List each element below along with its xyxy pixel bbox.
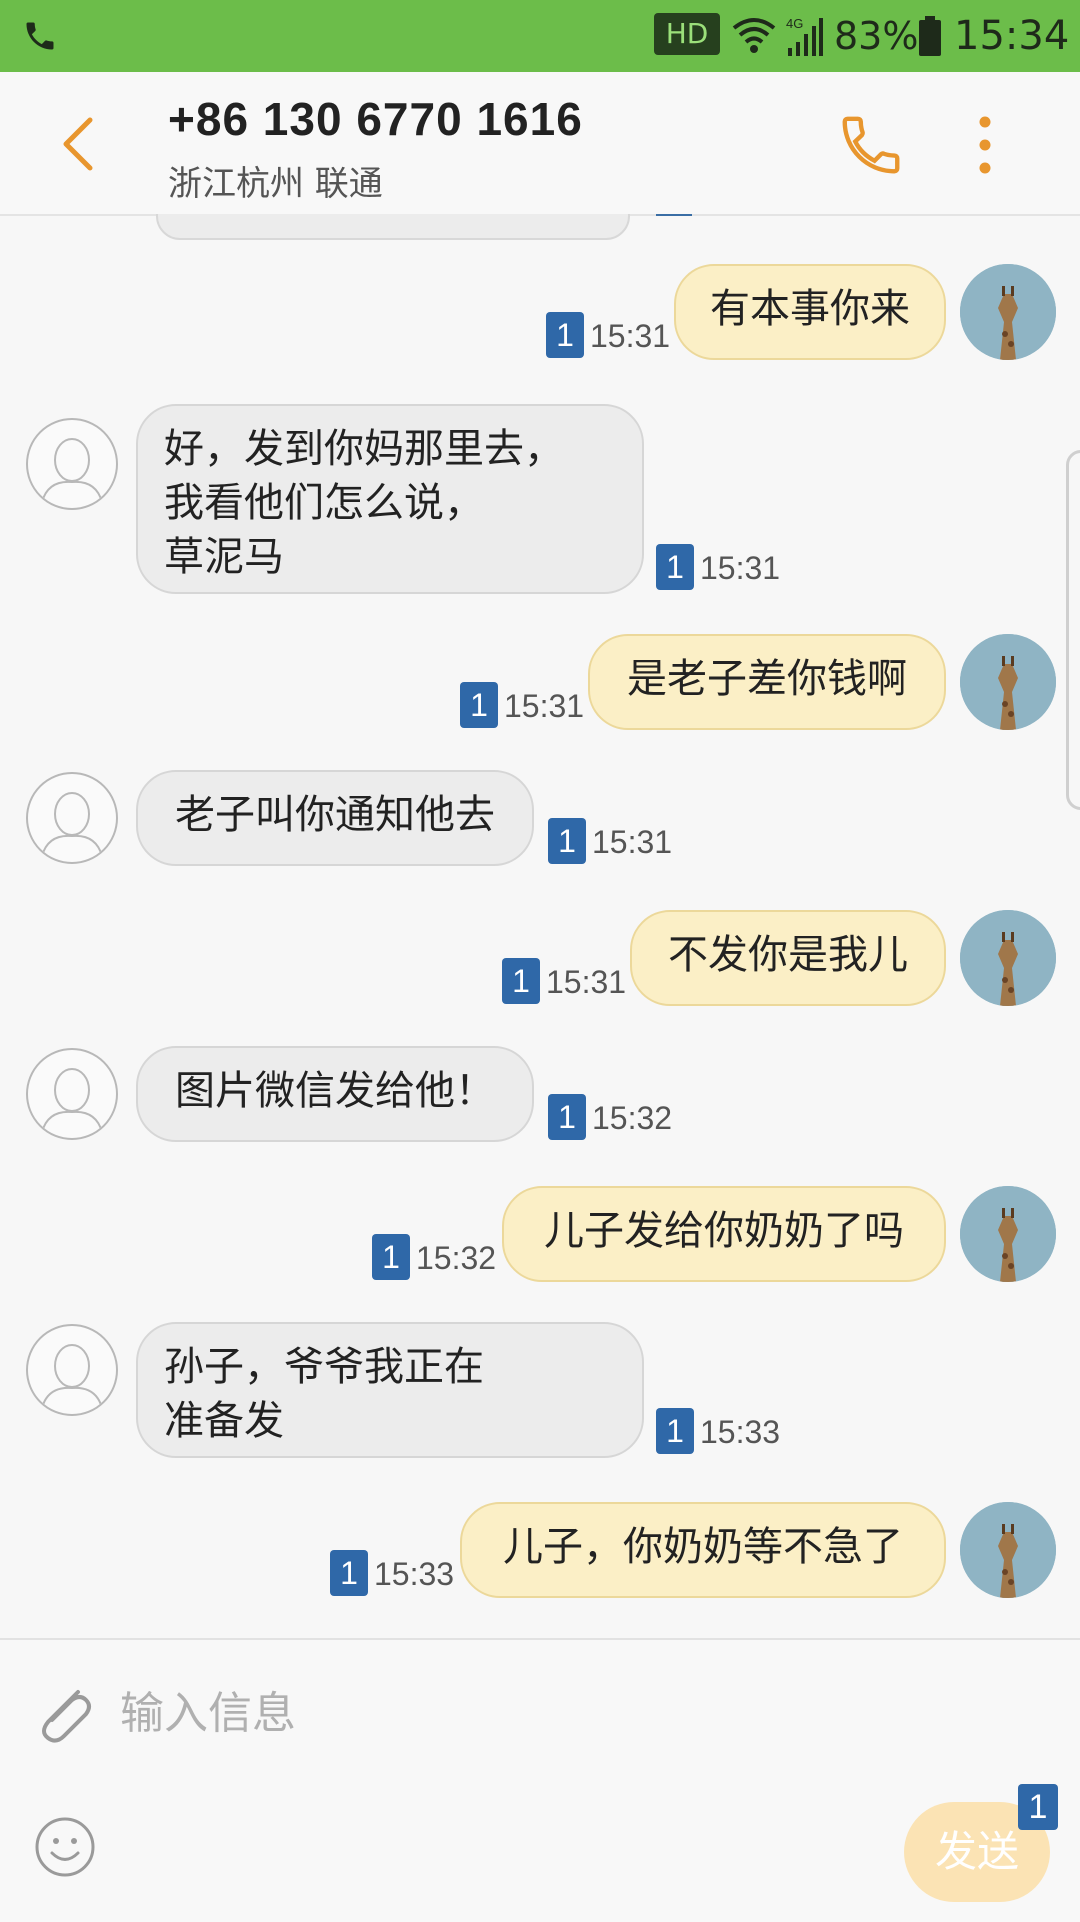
more-options-icon[interactable] (968, 112, 1002, 178)
call-status-icon (26, 22, 54, 50)
message-row: 好，发到你妈那里去， 我看他们怎么说， 草泥马 1 15:31 (0, 404, 1080, 594)
default-person-icon (41, 1068, 103, 1133)
message-bubble-outgoing[interactable]: 不发你是我儿 (630, 910, 946, 1006)
message-time: 15:31 (700, 550, 781, 586)
paperclip-icon[interactable] (34, 1680, 96, 1750)
my-avatar[interactable] (960, 264, 1056, 360)
phone-call-icon[interactable] (836, 110, 906, 180)
emoji-icon[interactable] (34, 1816, 96, 1878)
status-bar: HD 4G 83% 15:34 (0, 0, 1080, 72)
message-time: 15:31 (504, 688, 585, 724)
message-time: 15:32 (592, 1100, 673, 1136)
message-time: 15:31 (592, 824, 673, 860)
contact-avatar[interactable] (26, 772, 118, 864)
message-meta: 1 15:31 (546, 312, 670, 358)
message-meta: 1 15:31 (502, 958, 626, 1004)
giraffe-icon (960, 1186, 1056, 1282)
message-row: 图片微信发给他！ 1 15:32 (0, 1046, 1080, 1146)
hd-indicator: HD (654, 13, 720, 55)
message-row: 1 15:31 是老子差你钱啊 (0, 634, 1080, 734)
giraffe-icon (960, 264, 1056, 360)
giraffe-icon (960, 910, 1056, 1006)
wifi-icon (732, 18, 776, 53)
message-bubble-outgoing[interactable]: 儿子，你奶奶等不急了 (460, 1502, 946, 1598)
contact-number: +86 130 6770 1616 (168, 93, 583, 145)
previous-message-bubble (156, 214, 630, 240)
message-meta: 1 15:31 (460, 682, 584, 728)
message-bubble-incoming[interactable]: 孙子，爷爷我正在 准备发 (136, 1322, 644, 1458)
message-bubble-outgoing[interactable]: 是老子差你钱啊 (588, 634, 946, 730)
message-row: 1 15:31 有本事你来 (0, 264, 1080, 364)
message-row: 孙子，爷爷我正在 准备发 1 15:33 (0, 1322, 1080, 1458)
message-time: 15:33 (374, 1556, 455, 1592)
back-arrow-icon[interactable] (56, 114, 100, 174)
sim-badge: 1 (330, 1550, 368, 1596)
giraffe-icon (960, 1502, 1056, 1598)
network-label: 4G (786, 16, 803, 31)
sim-badge: 1 (656, 544, 694, 590)
default-person-icon (41, 438, 103, 503)
sim-badge: 1 (548, 1094, 586, 1140)
contact-location: 浙江杭州 联通 (168, 164, 383, 204)
default-person-icon (41, 1344, 103, 1409)
message-bubble-incoming[interactable]: 图片微信发给他！ (136, 1046, 534, 1142)
message-bubble-outgoing[interactable]: 有本事你来 (674, 264, 946, 360)
sim-badge: 1 (546, 312, 584, 358)
message-row: 1 15:32 儿子发给你奶奶了吗 (0, 1186, 1080, 1286)
message-row: 老子叫你通知他去 1 15:31 (0, 770, 1080, 870)
my-avatar[interactable] (960, 634, 1056, 730)
message-row: 1 15:33 儿子，你奶奶等不急了 (0, 1502, 1080, 1602)
message-time: 15:32 (416, 1240, 497, 1276)
contact-avatar[interactable] (26, 1048, 118, 1140)
message-meta: 1 15:33 (656, 1408, 780, 1454)
battery-percentage: 83% (834, 14, 919, 58)
message-bubble-outgoing[interactable]: 儿子发给你奶奶了吗 (502, 1186, 946, 1282)
cell-signal-icon: 4G (784, 14, 824, 58)
my-avatar[interactable] (960, 1502, 1056, 1598)
send-sim-badge[interactable]: 1 (1018, 1784, 1058, 1830)
message-input[interactable] (118, 1676, 822, 1750)
sim-badge: 1 (656, 1408, 694, 1454)
sim-badge: 1 (460, 682, 498, 728)
message-meta: 1 15:31 (656, 544, 780, 590)
contact-avatar[interactable] (26, 1324, 118, 1416)
giraffe-icon (960, 634, 1056, 730)
default-person-icon (41, 792, 103, 857)
contact-avatar[interactable] (26, 418, 118, 510)
message-meta: 1 15:33 (330, 1550, 454, 1596)
message-composer: 发送 1 (0, 1638, 1080, 1922)
my-avatar[interactable] (960, 1186, 1056, 1282)
my-avatar[interactable] (960, 910, 1056, 1006)
sim-badge: 1 (372, 1234, 410, 1280)
battery-icon (919, 16, 941, 56)
message-bubble-incoming[interactable]: 好，发到你妈那里去， 我看他们怎么说， 草泥马 (136, 404, 644, 594)
message-list[interactable]: 1 15:31 有本事你来 好，发到你妈那里去， 我看他们怎么说， 草泥马 1 … (0, 214, 1080, 1638)
message-row: 1 15:31 不发你是我儿 (0, 910, 1080, 1010)
message-time: 15:31 (546, 964, 627, 1000)
status-time: 15:34 (954, 13, 1070, 59)
conversation-header: +86 130 6770 1616 浙江杭州 联通 (0, 72, 1080, 216)
message-time: 15:31 (590, 318, 671, 354)
sim-badge: 1 (548, 818, 586, 864)
message-time: 15:33 (700, 1414, 781, 1450)
previous-sim-badge (656, 214, 692, 216)
message-meta: 1 15:31 (548, 818, 672, 864)
message-bubble-incoming[interactable]: 老子叫你通知他去 (136, 770, 534, 866)
message-meta: 1 15:32 (548, 1094, 672, 1140)
message-meta: 1 15:32 (372, 1234, 496, 1280)
sim-badge: 1 (502, 958, 540, 1004)
